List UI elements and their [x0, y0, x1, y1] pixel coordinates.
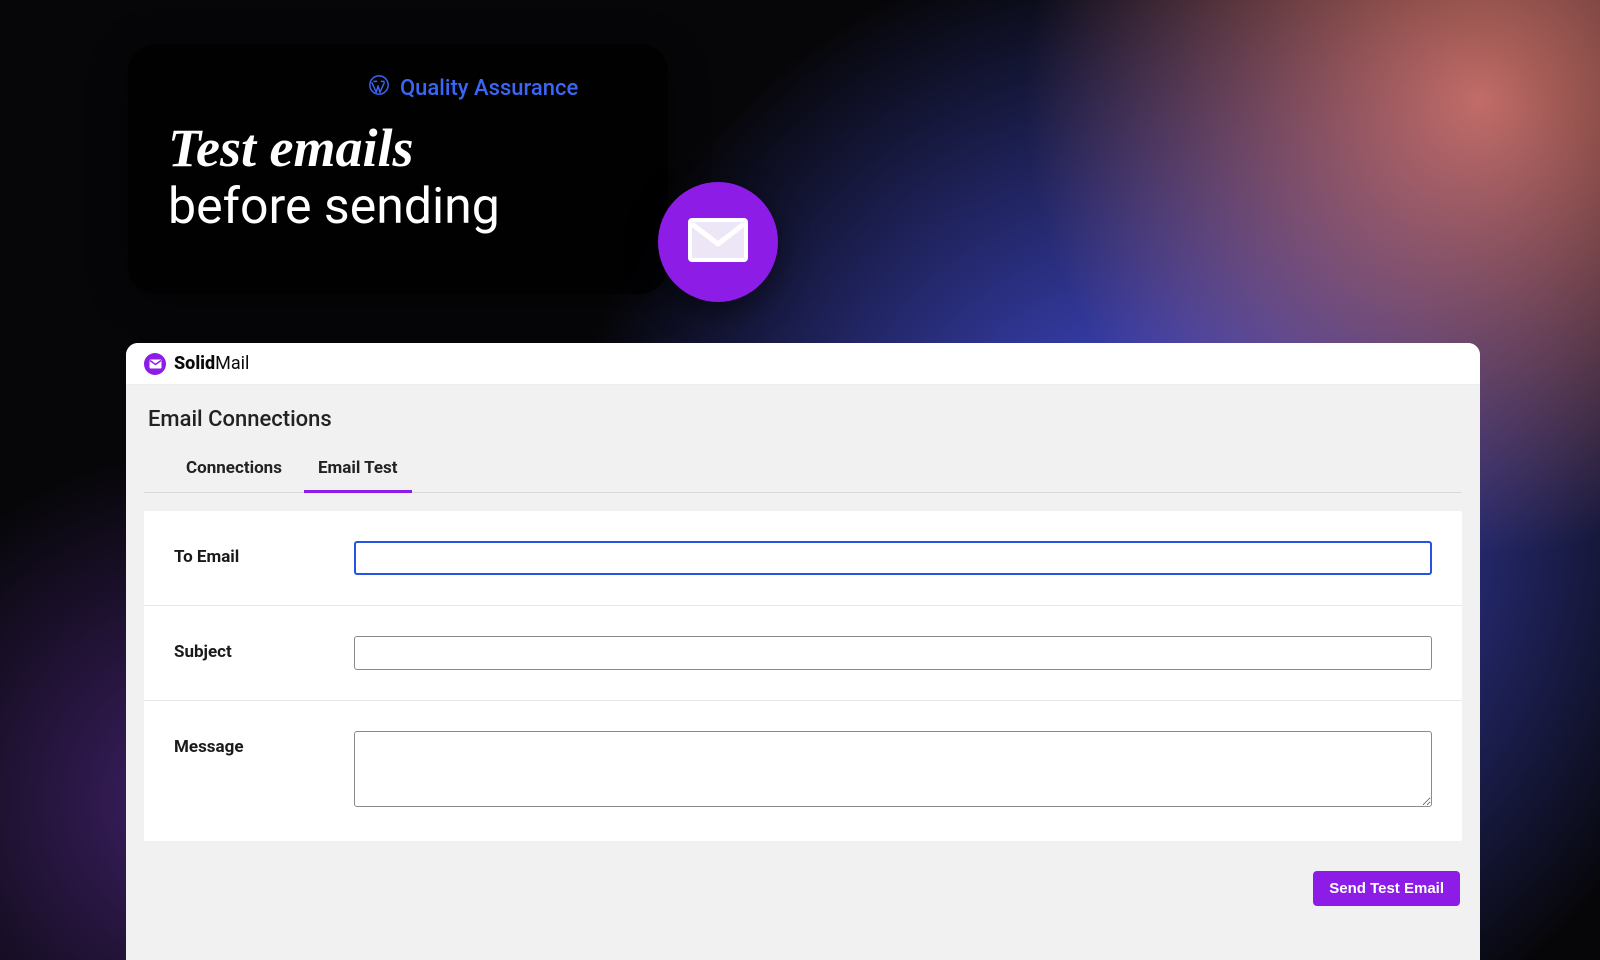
- hero-title-line2: before sending: [168, 181, 628, 234]
- brand-name-bold: Solid: [174, 353, 215, 374]
- brand-name: SolidMail: [174, 353, 249, 374]
- brand-name-light: Mail: [215, 353, 249, 374]
- brand-badge-icon: [144, 353, 166, 375]
- tab-email-test[interactable]: Email Test: [314, 446, 402, 492]
- hero-eyebrow: Quality Assurance: [368, 74, 628, 102]
- admin-panel: SolidMail Email Connections Connections …: [126, 343, 1480, 960]
- to-email-label: To Email: [174, 541, 354, 567]
- email-test-form: To Email Subject Message: [144, 511, 1462, 841]
- hero-eyebrow-text: Quality Assurance: [400, 76, 578, 101]
- tab-connections[interactable]: Connections: [182, 446, 286, 492]
- send-test-email-button[interactable]: Send Test Email: [1313, 871, 1460, 906]
- to-email-input[interactable]: [354, 541, 1432, 575]
- subject-input[interactable]: [354, 636, 1432, 670]
- message-label: Message: [174, 731, 354, 757]
- envelope-icon: [688, 218, 748, 266]
- form-row-subject: Subject: [144, 606, 1462, 701]
- page-title: Email Connections: [126, 385, 1480, 446]
- hero-card: Quality Assurance Test emails before sen…: [128, 44, 668, 294]
- mail-badge: [658, 182, 778, 302]
- hero-title: Test emails before sending: [168, 120, 628, 233]
- message-textarea[interactable]: [354, 731, 1432, 807]
- subject-label: Subject: [174, 636, 354, 662]
- form-row-to-email: To Email: [144, 511, 1462, 606]
- form-row-message: Message: [144, 701, 1462, 841]
- hero-background: Quality Assurance Test emails before sen…: [0, 0, 1600, 960]
- tab-label: Email Test: [318, 458, 398, 478]
- tabs: Connections Email Test: [144, 446, 1462, 493]
- form-actions: Send Test Email: [126, 859, 1480, 926]
- wordpress-icon: [368, 74, 390, 102]
- tab-label: Connections: [186, 458, 282, 478]
- hero-title-line1: Test emails: [168, 120, 628, 177]
- panel-topbar: SolidMail: [126, 343, 1480, 385]
